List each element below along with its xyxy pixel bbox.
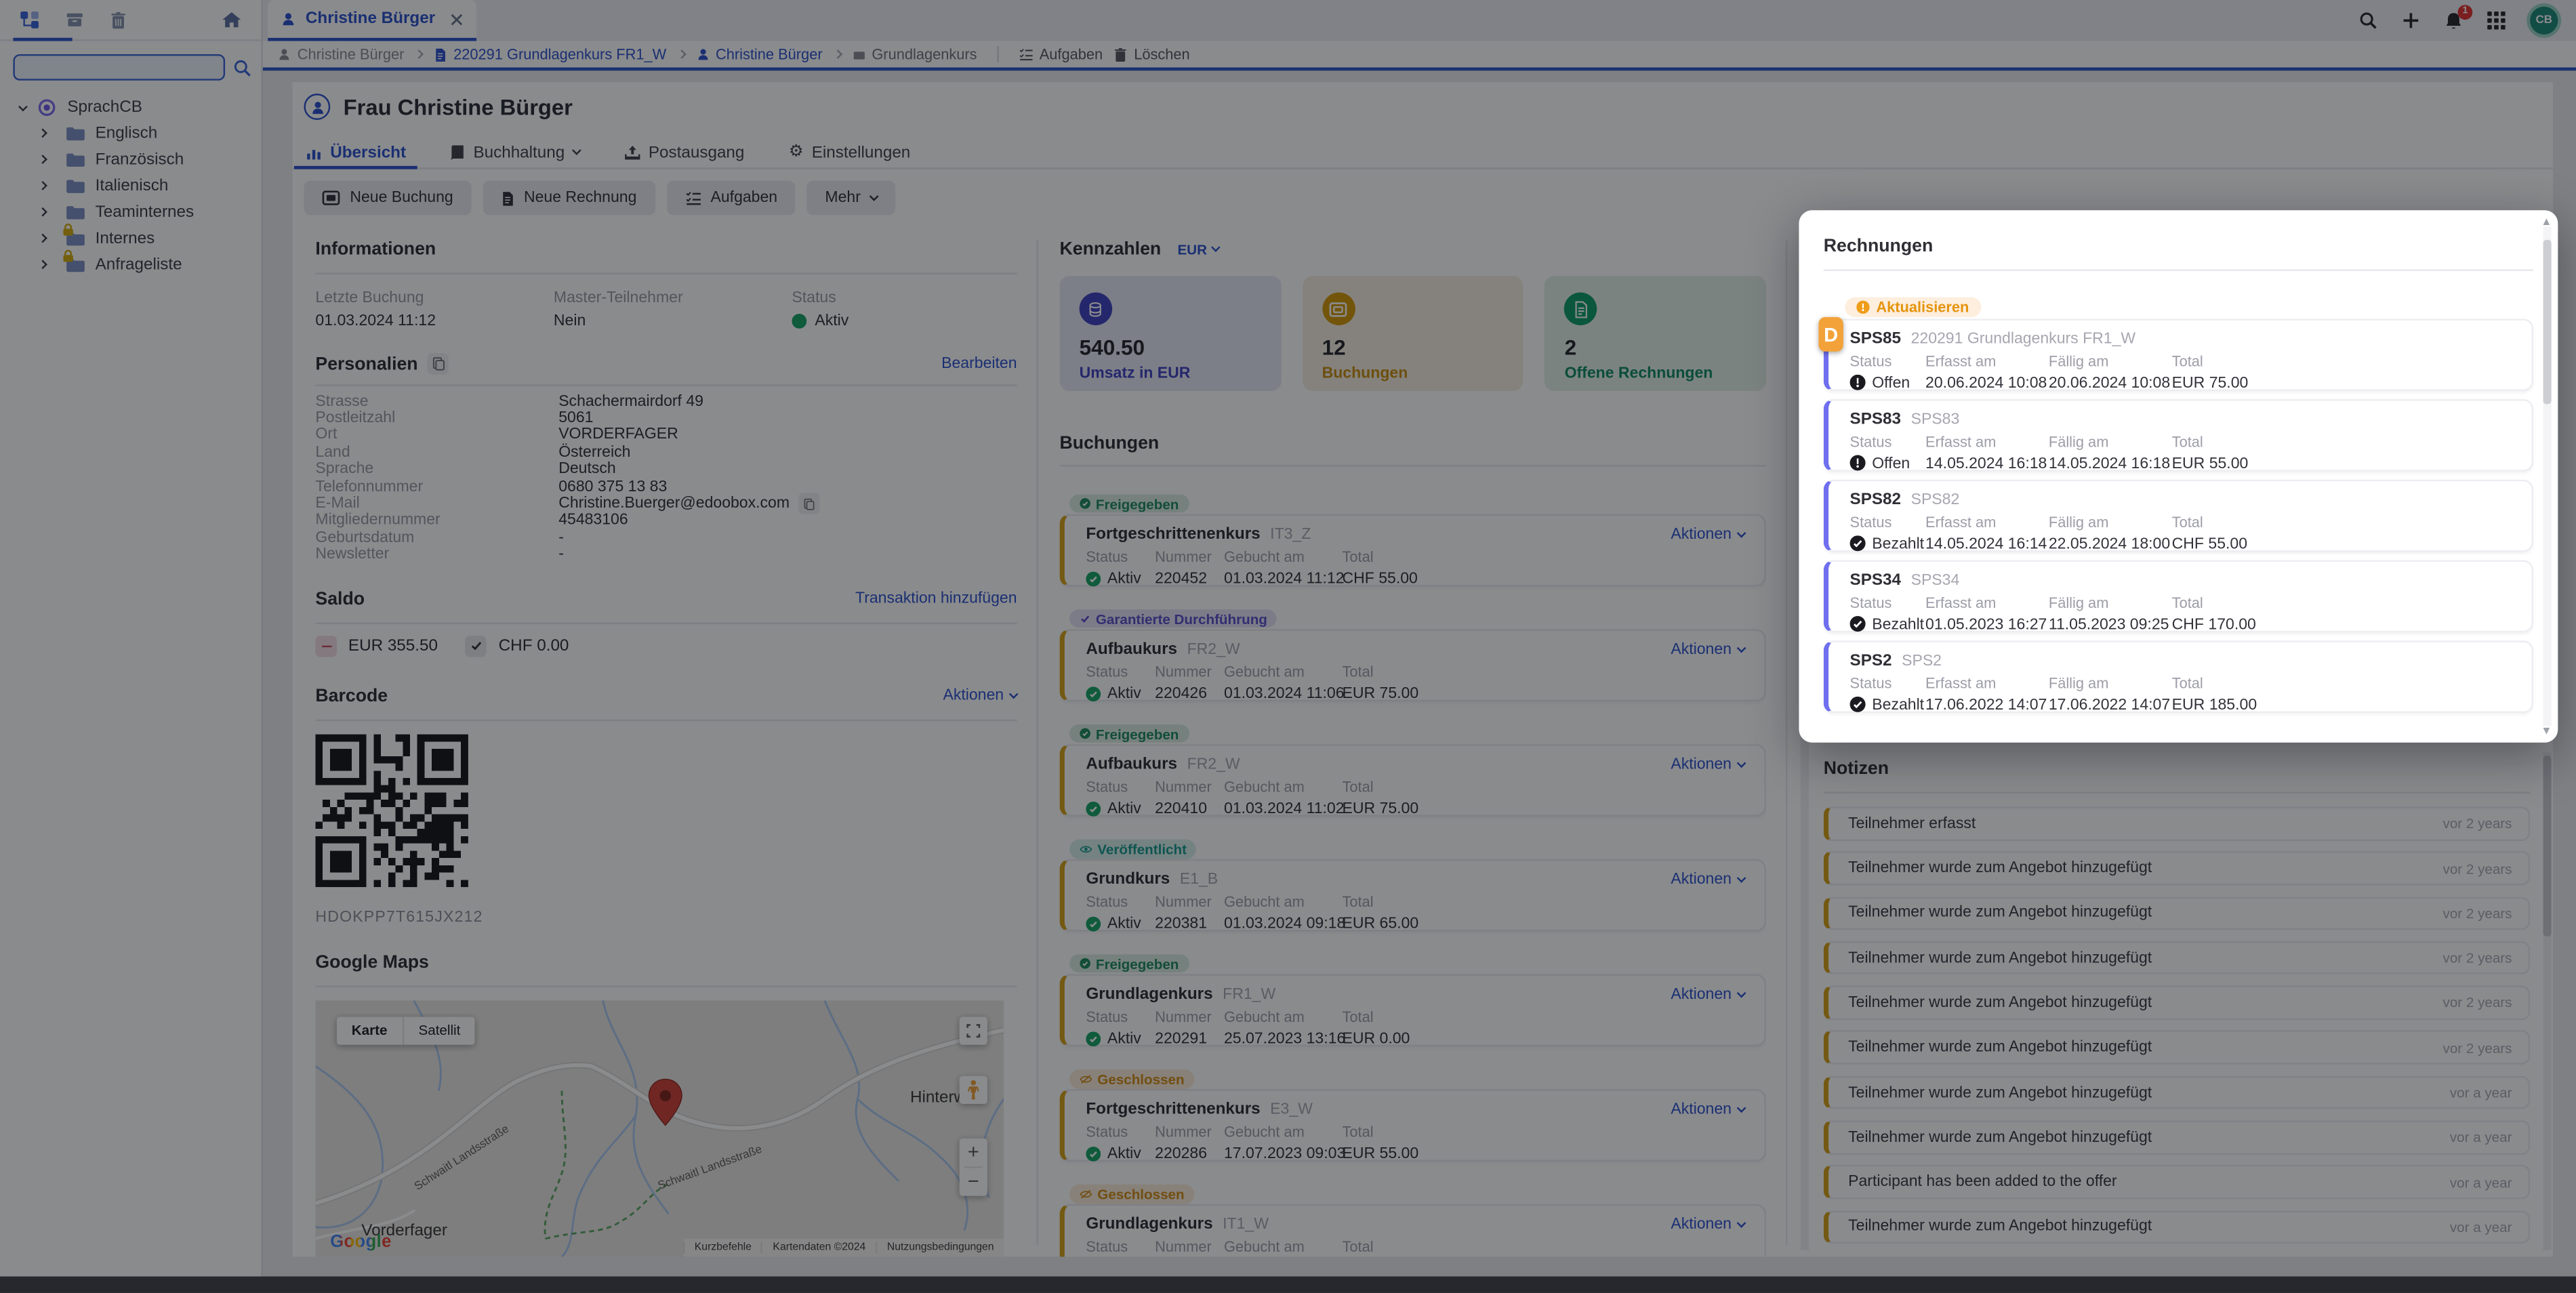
invoice-code: 220291 Grundlagenkurs FR1_W [1911,330,2136,348]
status-bezahlt-icon [1850,617,1866,632]
rechnungen-panel: Rechnungen Aktualisieren D SPS85 220291 … [1799,210,2558,742]
invoice-card[interactable]: SPS34 SPS34 StatusBezahlt Erfasst am01.0… [1824,560,2533,633]
aktualisieren-badge[interactable]: Aktualisieren [1845,297,1980,317]
app-window: SprachCB Englisch Französisch Italienisc… [0,0,2576,1277]
alert-icon [1856,301,1869,314]
invoice-card[interactable]: SPS2 SPS2 StatusBezahlt Erfasst am17.06.… [1824,640,2533,713]
panel-title: Rechnungen [1824,237,2533,256]
invoice-code: SPS82 [1911,491,1960,510]
invoice-name: SPS2 [1850,652,1892,670]
invoice-code: SPS34 [1911,572,1960,590]
status-offen-icon [1850,375,1866,390]
invoice-name: SPS83 [1850,411,1901,429]
drag-avatar[interactable]: D [1818,317,1843,352]
invoice-card[interactable]: SPS82 SPS82 StatusBezahlt Erfasst am14.0… [1824,480,2533,552]
status-bezahlt-icon [1850,697,1866,712]
status-offen-icon [1850,455,1866,471]
invoice-name: SPS82 [1850,491,1901,510]
invoice-card[interactable]: SPS85 220291 Grundlagenkurs FR1_W Status… [1824,319,2533,391]
invoice-name: SPS34 [1850,572,1901,590]
rechnungen-scrollbar[interactable] [2543,227,2552,726]
invoice-code: SPS83 [1911,411,1960,429]
invoice-card[interactable]: SPS83 SPS83 StatusOffen Erfasst am14.05.… [1824,399,2533,472]
invoice-name: SPS85 [1850,330,1901,348]
status-bezahlt-icon [1850,536,1866,552]
invoice-code: SPS2 [1902,652,1942,670]
